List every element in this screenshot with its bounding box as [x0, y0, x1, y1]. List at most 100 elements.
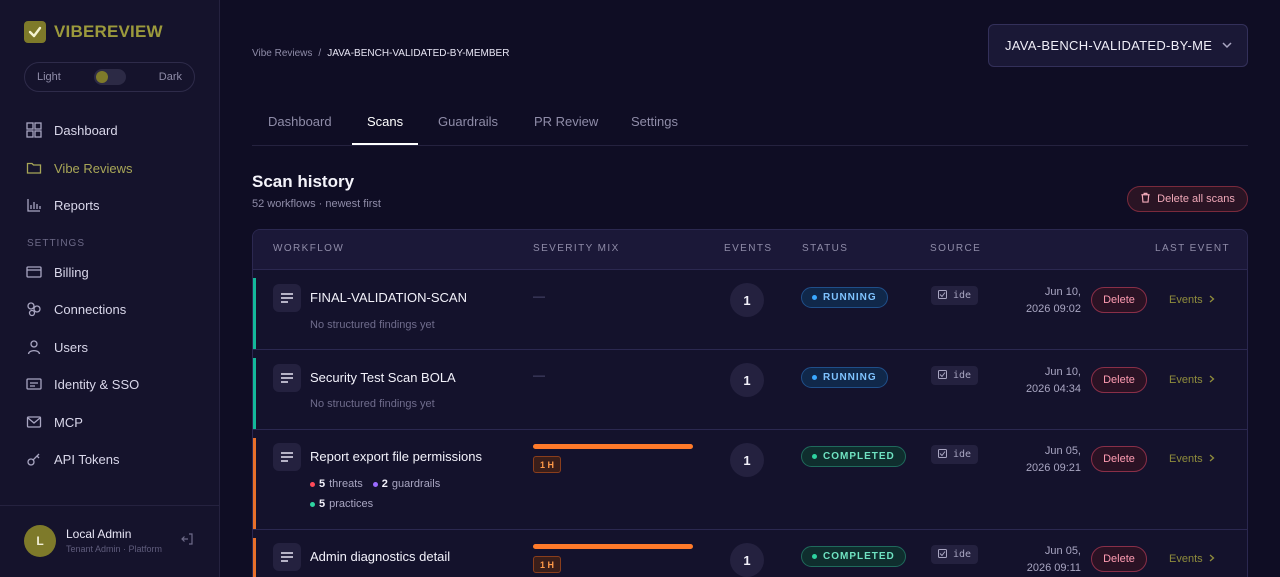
bar-chart-icon	[26, 197, 42, 213]
sidebar-item-label: Billing	[54, 264, 89, 280]
workspace-select-value: JAVA-BENCH-VALIDATED-BY-MEMBER	[1005, 38, 1213, 53]
source-label: ide	[953, 370, 972, 381]
severity-empty: —	[533, 368, 545, 382]
events-link[interactable]: Events	[1169, 294, 1215, 306]
workflow-name[interactable]: Admin diagnostics detail	[310, 549, 450, 564]
grid-icon	[26, 122, 42, 138]
settings-section-label: SETTINGS	[27, 238, 86, 249]
workspace-select[interactable]: JAVA-BENCH-VALIDATED-BY-MEMBER	[988, 24, 1248, 67]
findings-summary: 5 threats 2 guardrails	[310, 478, 440, 490]
findings-summary-practices: 5 practices	[310, 498, 373, 510]
chevron-right-icon	[1209, 294, 1215, 306]
tab-guardrails[interactable]: Guardrails	[438, 114, 498, 129]
last-event-date: Jun 05, 2026 09:11	[993, 543, 1081, 577]
severity-bar	[533, 444, 693, 449]
date-line: Jun 10,	[1044, 286, 1081, 298]
delete-button[interactable]: Delete	[1091, 546, 1147, 572]
tab-scans[interactable]: Scans	[367, 114, 403, 129]
avatar[interactable]: L	[24, 525, 56, 557]
sidebar-item-billing[interactable]: Billing	[26, 262, 89, 282]
table-row[interactable]: Admin diagnostics detail 1 H 1 COMPLETED…	[253, 530, 1247, 577]
events-link-label: Events	[1169, 553, 1203, 565]
status-badge: RUNNING	[801, 287, 888, 308]
threats-stat: 5 threats	[310, 478, 363, 490]
source-label: ide	[953, 449, 972, 460]
logout-icon[interactable]	[180, 532, 194, 551]
key-icon	[26, 451, 42, 467]
sidebar-item-dashboard[interactable]: Dashboard	[26, 120, 118, 140]
source-badge: ide	[931, 286, 979, 305]
sidebar-item-api-tokens[interactable]: API Tokens	[26, 449, 120, 469]
sidebar-item-connections[interactable]: Connections	[26, 299, 126, 319]
delete-button[interactable]: Delete	[1091, 287, 1147, 313]
sidebar-item-label: Users	[54, 339, 88, 355]
theme-dark-label: Dark	[158, 71, 182, 83]
sidebar: VIBEREVIEW Light Dark Dashboard Vibe Rev…	[0, 0, 220, 577]
workflow-name[interactable]: Security Test Scan BOLA	[310, 370, 456, 385]
credit-card-icon	[26, 264, 42, 280]
folder-icon	[26, 160, 42, 176]
sidebar-item-users[interactable]: Users	[26, 337, 88, 357]
delete-button[interactable]: Delete	[1091, 446, 1147, 472]
status-badge: COMPLETED	[801, 446, 906, 467]
checkbox-icon	[938, 369, 947, 382]
row-accent	[253, 278, 256, 349]
chevron-right-icon	[1209, 553, 1215, 565]
time-line: 2026 04:34	[1025, 383, 1081, 395]
check-logo-icon	[24, 21, 46, 43]
checkbox-icon	[938, 289, 947, 302]
id-card-icon	[26, 376, 42, 392]
user-block: L Local Admin Tenant Admin · Platform	[0, 505, 220, 577]
user-icon	[26, 339, 42, 355]
checkbox-icon	[938, 548, 947, 561]
last-event-date: Jun 05, 2026 09:21	[993, 443, 1081, 477]
source-badge: ide	[931, 366, 979, 385]
column-header-status: STATUS	[802, 243, 849, 254]
events-link-label: Events	[1169, 453, 1203, 465]
breadcrumb-separator: /	[318, 48, 322, 59]
table-row[interactable]: Security Test Scan BOLA No structured fi…	[253, 350, 1247, 430]
theme-switch[interactable]	[93, 69, 126, 85]
table-row[interactable]: FINAL-VALIDATION-SCAN No structured find…	[253, 270, 1247, 350]
workflow-name[interactable]: Report export file permissions	[310, 449, 482, 464]
sidebar-item-reports[interactable]: Reports	[26, 195, 100, 215]
source-label: ide	[953, 549, 972, 560]
events-link-label: Events	[1169, 374, 1203, 386]
workflow-name[interactable]: FINAL-VALIDATION-SCAN	[310, 290, 467, 305]
tab-pr-review[interactable]: PR Review	[534, 114, 598, 129]
chevron-right-icon	[1209, 374, 1215, 386]
time-line: 2026 09:21	[1025, 462, 1081, 474]
date-line: Jun 05,	[1044, 445, 1081, 457]
sidebar-item-vibe-reviews[interactable]: Vibe Reviews	[26, 158, 133, 178]
theme-light-label: Light	[37, 71, 61, 83]
date-line: Jun 05,	[1044, 545, 1081, 557]
brand[interactable]: VIBEREVIEW	[24, 21, 163, 43]
workflow-icon	[273, 284, 301, 312]
tab-settings[interactable]: Settings	[631, 114, 678, 129]
delete-button[interactable]: Delete	[1091, 367, 1147, 393]
theme-toggle[interactable]: Light Dark	[24, 62, 195, 92]
sidebar-item-identity-sso[interactable]: Identity & SSO	[26, 374, 139, 394]
column-header-severity-mix: SEVERITY MIX	[533, 243, 620, 254]
events-link[interactable]: Events	[1169, 553, 1215, 565]
delete-all-scans-button[interactable]: Delete all scans	[1127, 186, 1248, 212]
user-name: Local Admin	[66, 527, 132, 541]
sidebar-item-mcp[interactable]: MCP	[26, 412, 83, 432]
workflow-note: No structured findings yet	[310, 398, 435, 410]
severity-empty: —	[533, 289, 545, 303]
events-count: 1	[730, 283, 764, 317]
status-dot	[812, 554, 817, 559]
checkbox-icon	[938, 448, 947, 461]
breadcrumb-parent[interactable]: Vibe Reviews	[252, 48, 312, 59]
sidebar-item-label: Identity & SSO	[54, 376, 140, 392]
status-dot	[812, 295, 817, 300]
tab-dashboard[interactable]: Dashboard	[268, 114, 332, 129]
events-link[interactable]: Events	[1169, 374, 1215, 386]
events-link[interactable]: Events	[1169, 453, 1215, 465]
status-badge: COMPLETED	[801, 546, 906, 567]
table-row[interactable]: Report export file permissions 5 threats …	[253, 430, 1247, 530]
page-subtitle: 52 workflows · newest first	[252, 198, 381, 210]
status-badge: RUNNING	[801, 367, 888, 388]
row-accent	[253, 358, 256, 429]
sidebar-item-label: Reports	[54, 197, 100, 213]
